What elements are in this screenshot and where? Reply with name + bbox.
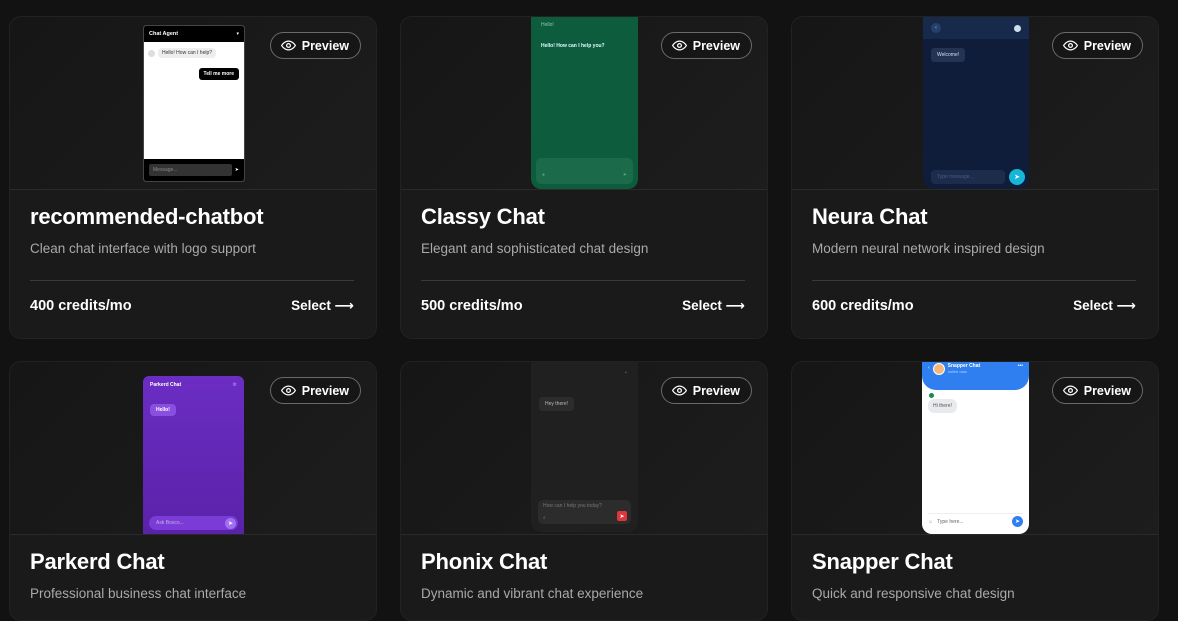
send-icon: ➤ <box>622 172 627 178</box>
card-thumbnail: Chat Agent ▾ Hello! How can I help? Tell… <box>10 17 376 190</box>
select-button[interactable]: Select ⟶ <box>1073 298 1136 314</box>
card-thumbnail: ⌄ Hey there! How can I help you today? ⌕… <box>401 362 767 535</box>
chevron-down-icon: ▾ <box>236 31 239 37</box>
card-title: Classy Chat <box>421 204 545 229</box>
eye-icon <box>671 385 687 396</box>
eye-icon <box>1062 40 1078 51</box>
card-description: Professional business chat interface <box>30 586 247 601</box>
mockup-bot-message: Hello! How can I help? <box>158 48 217 58</box>
card-price: 500 credits/mo <box>421 298 523 314</box>
send-icon: ➤ <box>225 517 236 529</box>
card-description: Elegant and sophisticated chat design <box>421 241 649 256</box>
send-icon: ➤ <box>1009 169 1025 185</box>
more-icon: ••• <box>1017 363 1023 369</box>
eye-icon <box>1062 385 1078 396</box>
back-icon: ‹ <box>928 365 930 371</box>
avatar <box>932 363 945 375</box>
mockup-input: Type here... <box>937 518 964 525</box>
card-price: 400 credits/mo <box>30 298 132 314</box>
mockup-bot-message: Hello! <box>150 404 176 416</box>
mockup-bot-message: Hello! How can I help you? <box>541 43 605 49</box>
mockup-header: Chat Agent <box>149 31 179 37</box>
template-card-classy-chat[interactable]: Hello! Hello! How can I help you? ➤ ● Pr… <box>400 16 768 339</box>
card-title: Parkerd Chat <box>30 549 165 574</box>
preview-button[interactable]: Preview <box>269 32 361 59</box>
card-title: recommended-chatbot <box>30 204 264 229</box>
preview-button[interactable]: Preview <box>1051 32 1143 59</box>
card-thumbnail: Parkerd Chat ⚙ Hello! Ask Bosco... ➤ Pre… <box>10 362 376 535</box>
mockup-input: Type message... <box>931 170 1005 184</box>
back-icon: ‹ <box>931 23 941 33</box>
select-button[interactable]: Select ⟶ <box>682 298 745 314</box>
chat-mockup: Chat Agent ▾ Hello! How can I help? Tell… <box>143 25 245 182</box>
card-description: Quick and responsive chat design <box>812 586 1015 601</box>
chat-mockup: ⌄ Hey there! How can I help you today? ⌕… <box>531 362 638 532</box>
mockup-input: Message... <box>149 164 232 176</box>
mockup-bot-message: Hi there! <box>928 399 957 413</box>
preview-label: Preview <box>1083 38 1131 53</box>
send-icon: ➤ <box>1012 516 1023 527</box>
mockup-status: online now <box>947 369 967 374</box>
preview-button[interactable]: Preview <box>660 377 752 404</box>
chat-mockup: Parkerd Chat ⚙ Hello! Ask Bosco... ➤ <box>143 376 244 534</box>
chat-mockup: Hello! Hello! How can I help you? ➤ ● <box>531 17 638 189</box>
select-button[interactable]: Select ⟶ <box>291 298 354 314</box>
preview-label: Preview <box>692 38 740 53</box>
divider <box>812 280 1136 281</box>
card-description: Dynamic and vibrant chat experience <box>421 586 644 601</box>
card-description: Clean chat interface with logo support <box>30 241 256 256</box>
send-icon: ➤ <box>617 511 627 521</box>
chat-mockup: ‹ Snapper Chat online now ••• Hi there! … <box>922 362 1029 534</box>
card-description: Modern neural network inspired design <box>812 241 1045 256</box>
eye-icon <box>280 40 296 51</box>
mockup-header: Hello! <box>541 22 554 28</box>
search-icon: ⌕ <box>543 515 546 521</box>
template-card-phonix-chat[interactable]: ⌄ Hey there! How can I help you today? ⌕… <box>400 361 768 621</box>
divider <box>421 280 745 281</box>
mockup-input: How can I help you today? <box>543 503 602 509</box>
divider <box>30 280 354 281</box>
card-price: 600 credits/mo <box>812 298 914 314</box>
card-title: Phonix Chat <box>421 549 548 574</box>
eye-icon <box>671 40 687 51</box>
preview-button[interactable]: Preview <box>269 377 361 404</box>
template-card-snapper-chat[interactable]: ‹ Snapper Chat online now ••• Hi there! … <box>791 361 1159 621</box>
chevron-down-icon: ⌄ <box>623 369 628 375</box>
preview-label: Preview <box>301 38 349 53</box>
mockup-input: ➤ ● <box>536 158 633 184</box>
card-thumbnail: Hello! Hello! How can I help you? ➤ ● Pr… <box>401 17 767 190</box>
online-dot <box>929 393 934 398</box>
mockup-input: Ask Bosco... <box>156 520 184 526</box>
template-card-neura-chat[interactable]: ‹ Welcome! Type message... ➤ Preview Neu… <box>791 16 1159 339</box>
send-icon: ➤ <box>234 167 239 173</box>
eye-icon <box>280 385 296 396</box>
emoji-icon: ☺ <box>928 518 934 525</box>
mockup-header: Parkerd Chat <box>150 382 182 388</box>
preview-button[interactable]: Preview <box>1051 377 1143 404</box>
settings-icon: ⚙ <box>232 382 237 388</box>
template-grid: Chat Agent ▾ Hello! How can I help? Tell… <box>0 0 1178 621</box>
preview-label: Preview <box>692 383 740 398</box>
card-thumbnail: ‹ Welcome! Type message... ➤ Preview <box>792 17 1158 190</box>
template-card-parkerd-chat[interactable]: Parkerd Chat ⚙ Hello! Ask Bosco... ➤ Pre… <box>9 361 377 621</box>
preview-label: Preview <box>301 383 349 398</box>
mockup-bot-message: Welcome! <box>931 48 966 62</box>
card-thumbnail: ‹ Snapper Chat online now ••• Hi there! … <box>792 362 1158 535</box>
attach-icon: ● <box>542 172 546 178</box>
preview-button[interactable]: Preview <box>660 32 752 59</box>
template-card-recommended-chatbot[interactable]: Chat Agent ▾ Hello! How can I help? Tell… <box>9 16 377 339</box>
chat-mockup: ‹ Welcome! Type message... ➤ <box>923 17 1029 189</box>
preview-label: Preview <box>1083 383 1131 398</box>
mockup-user-message: Tell me more <box>198 68 239 80</box>
card-title: Neura Chat <box>812 204 928 229</box>
bot-avatar-icon <box>1014 24 1021 32</box>
bot-avatar-icon <box>148 49 155 57</box>
mockup-bot-message: Hey there! <box>539 397 575 411</box>
card-title: Snapper Chat <box>812 549 953 574</box>
